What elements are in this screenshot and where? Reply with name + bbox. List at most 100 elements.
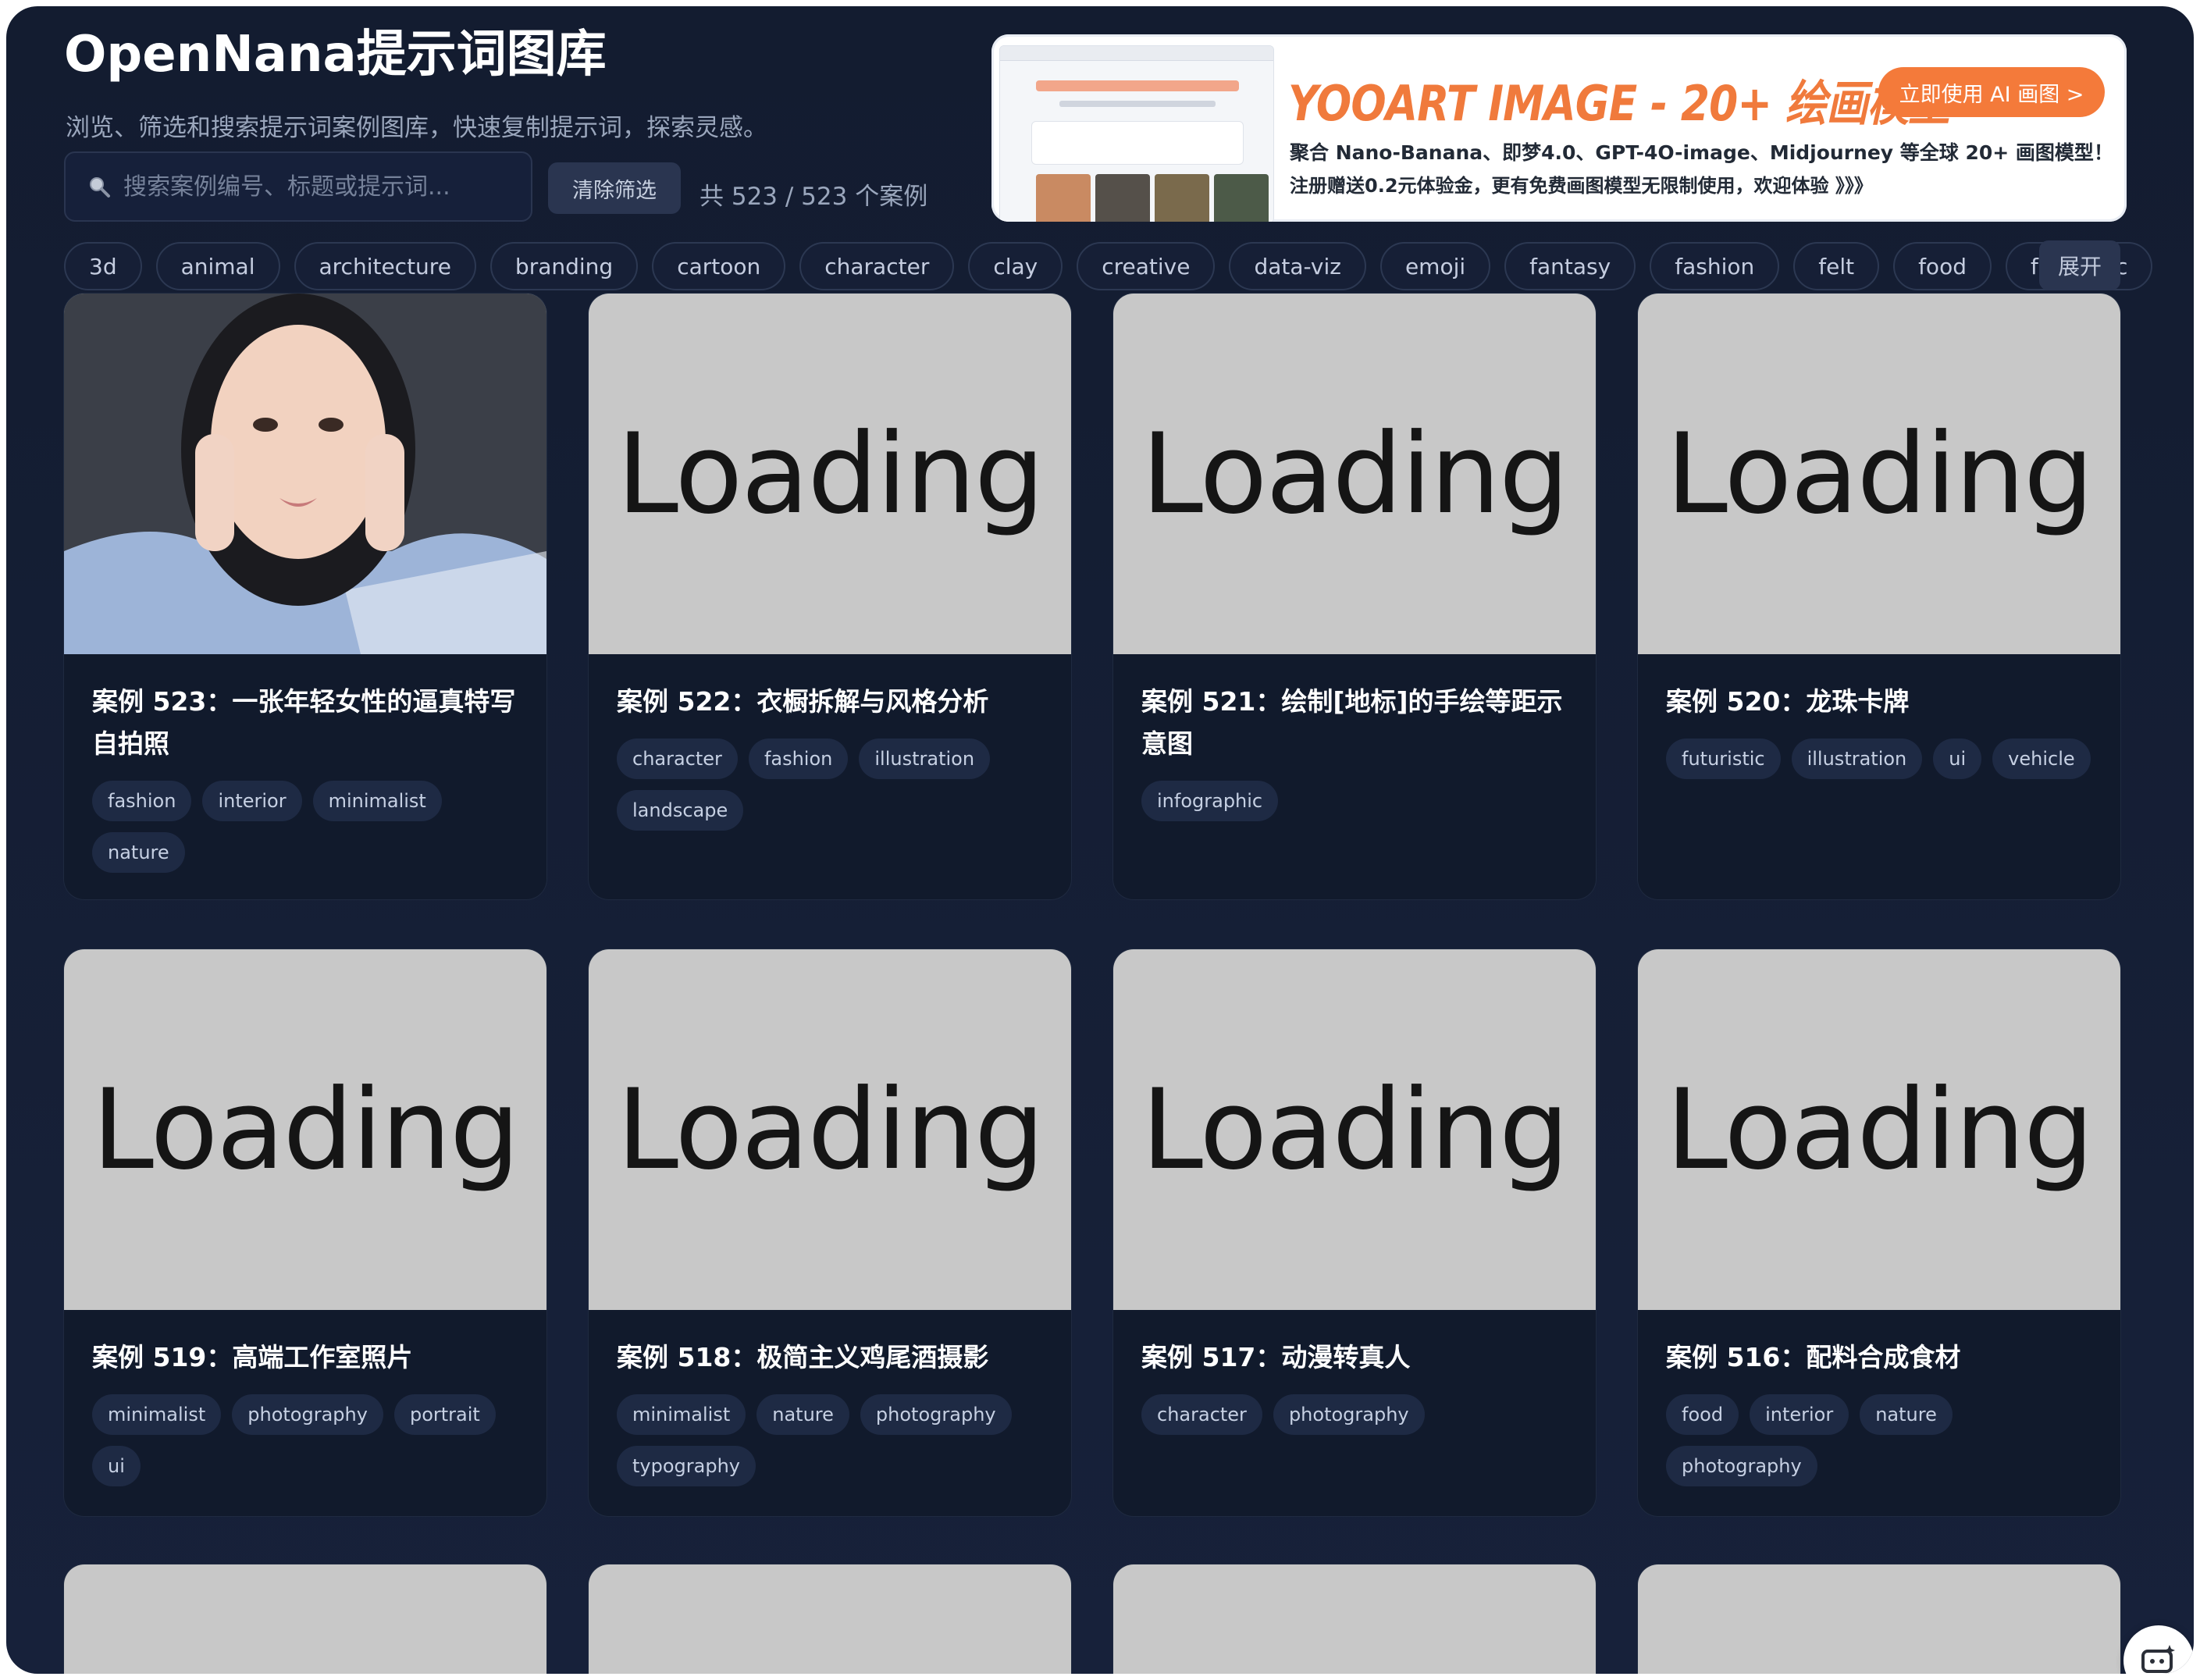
case-card[interactable]: Loading 案例 520：龙珠卡牌 futuristic illustration… bbox=[1638, 294, 2120, 899]
card-tag-minimalist[interactable]: minimalist bbox=[312, 781, 442, 821]
card-title: 案例 523：一张年轻女性的逼真特写自拍照 bbox=[92, 686, 516, 759]
card-tag-photography[interactable]: photography bbox=[860, 1394, 1012, 1435]
card-image-loading: Loading bbox=[1113, 949, 1596, 1310]
case-card[interactable]: Loading 案例 518：极简主义鸡尾酒摄影 minimalist nature p… bbox=[589, 949, 1071, 1516]
card-tag-minimalist[interactable]: minimalist bbox=[92, 1394, 222, 1435]
ad-screenshot bbox=[999, 45, 1274, 222]
tag-filter-emoji[interactable]: emoji bbox=[1379, 242, 1491, 290]
case-card[interactable]: Loading 案例 521：绘制[地标]的手绘等距示意图 infographic bbox=[1113, 294, 1596, 899]
loading-text: Loading bbox=[1141, 1065, 1569, 1194]
card-tags: character photography bbox=[1141, 1394, 1568, 1435]
card-tag-character[interactable]: character bbox=[1141, 1394, 1262, 1435]
card-image-placeholder bbox=[64, 1564, 546, 1674]
page-subtitle: 浏览、筛选和搜索提示词案例图库，快速复制提示词，探索灵感。 bbox=[66, 114, 767, 142]
tag-filter-fashion[interactable]: fashion bbox=[1650, 242, 1780, 290]
card-tag-ui[interactable]: ui bbox=[1933, 739, 1982, 779]
ad-description: 聚合 Nano-Banana、即梦4.0、GPT-4O-image、Midjou… bbox=[1290, 141, 2113, 164]
card-tags: futuristic illustration ui vehicle bbox=[1666, 739, 2092, 779]
card-tag-typography[interactable]: typography bbox=[617, 1446, 756, 1486]
card-tag-nature[interactable]: nature bbox=[756, 1394, 849, 1435]
ad-headline: YOOART IMAGE - 20+ 绘画模型 bbox=[1288, 75, 1950, 132]
card-image-placeholder bbox=[1113, 1564, 1596, 1674]
portrait-photo bbox=[64, 294, 546, 654]
tag-filter-architecture[interactable]: architecture bbox=[294, 242, 476, 290]
card-tag-interior[interactable]: interior bbox=[202, 781, 302, 821]
loading-text: Loading bbox=[91, 1065, 520, 1194]
card-tag-minimalist[interactable]: minimalist bbox=[617, 1394, 746, 1435]
card-image-placeholder bbox=[1638, 1564, 2120, 1674]
result-count: 共 523 / 523 个案例 bbox=[700, 183, 928, 211]
card-partial[interactable] bbox=[589, 1564, 1071, 1674]
case-card[interactable]: Loading 案例 519：高端工作室照片 minimalist photograp… bbox=[64, 949, 546, 1516]
card-title: 案例 517：动漫转真人 bbox=[1141, 1342, 1411, 1372]
card-tags: minimalist nature photography typography bbox=[617, 1394, 1043, 1486]
card-image-loading: Loading bbox=[1638, 949, 2120, 1310]
assistant-button[interactable] bbox=[2123, 1625, 2194, 1674]
card-tag-food[interactable]: food bbox=[1666, 1394, 1739, 1435]
card-image-placeholder bbox=[589, 1564, 1071, 1674]
card-image-loading: Loading bbox=[589, 294, 1071, 654]
case-card[interactable]: Loading 案例 516：配料合成食材 food interior nature ph… bbox=[1638, 949, 2120, 1516]
card-tag-vehicle[interactable]: vehicle bbox=[1992, 739, 2091, 779]
card-tags: infographic bbox=[1141, 781, 1568, 821]
card-tag-portrait[interactable]: portrait bbox=[393, 1394, 496, 1435]
card-image-photo bbox=[64, 294, 546, 654]
loading-text: Loading bbox=[1665, 1065, 2094, 1194]
card-tag-ui[interactable]: ui bbox=[92, 1446, 141, 1486]
card-partial[interactable] bbox=[64, 1564, 546, 1674]
search-input[interactable] bbox=[122, 172, 500, 201]
loading-text: Loading bbox=[616, 1065, 1045, 1194]
card-tag-landscape[interactable]: landscape bbox=[617, 790, 744, 831]
card-image-loading: Loading bbox=[1638, 294, 2120, 654]
card-tag-nature[interactable]: nature bbox=[92, 832, 185, 873]
card-title: 案例 522：衣橱拆解与风格分析 bbox=[617, 686, 989, 717]
loading-text: Loading bbox=[616, 409, 1045, 539]
tag-filter-clay[interactable]: clay bbox=[968, 242, 1063, 290]
page-frame: OpenNana提示词图库 浏览、筛选和搜索提示词案例图库，快速复制提示词，探索… bbox=[6, 6, 2194, 1674]
card-title: 案例 519：高端工作室照片 bbox=[92, 1342, 413, 1372]
search-icon bbox=[90, 177, 110, 198]
card-partial[interactable] bbox=[1638, 1564, 2120, 1674]
expand-tags-button[interactable]: 展开 bbox=[2039, 240, 2120, 290]
card-tags: fashion interior minimalist nature bbox=[92, 781, 518, 873]
card-tag-photography[interactable]: photography bbox=[1666, 1446, 1817, 1486]
card-tag-interior[interactable]: interior bbox=[1750, 1394, 1849, 1435]
tag-filter-bar: 3d animal architecture branding cartoon chara… bbox=[64, 242, 2153, 292]
card-title: 案例 521：绘制[地标]的手绘等距示意图 bbox=[1141, 686, 1563, 759]
search-box[interactable] bbox=[64, 151, 532, 222]
card-tag-nature[interactable]: nature bbox=[1860, 1394, 1953, 1435]
card-tag-futuristic[interactable]: futuristic bbox=[1666, 739, 1781, 779]
tag-filter-food[interactable]: food bbox=[1893, 242, 1992, 290]
card-tag-infographic[interactable]: infographic bbox=[1141, 781, 1279, 821]
card-image-loading: Loading bbox=[64, 949, 546, 1310]
tag-filter-data-viz[interactable]: data-viz bbox=[1229, 242, 1366, 290]
clear-filter-button[interactable]: 清除筛选 bbox=[548, 162, 681, 214]
case-card[interactable]: 案例 523：一张年轻女性的逼真特写自拍照 fashion interior mini… bbox=[64, 294, 546, 899]
tag-filter-animal[interactable]: animal bbox=[155, 242, 280, 290]
card-tag-illustration[interactable]: illustration bbox=[859, 739, 991, 779]
case-card[interactable]: Loading 案例 517：动漫转真人 character photography bbox=[1113, 949, 1596, 1516]
card-title: 案例 520：龙珠卡牌 bbox=[1666, 686, 1910, 717]
card-tag-photography[interactable]: photography bbox=[1273, 1394, 1425, 1435]
tag-filter-character[interactable]: character bbox=[799, 242, 955, 290]
card-tag-photography[interactable]: photography bbox=[232, 1394, 383, 1435]
tag-filter-cartoon[interactable]: cartoon bbox=[652, 242, 786, 290]
tag-filter-branding[interactable]: branding bbox=[489, 242, 639, 290]
tag-filter-3d[interactable]: 3d bbox=[64, 242, 142, 290]
tag-filter-creative[interactable]: creative bbox=[1077, 242, 1216, 290]
ad-promo: 注册赠送0.2元体验金，更有免费画图模型无限制使用，欢迎体验 》》》 bbox=[1290, 175, 1873, 197]
ad-banner[interactable]: YOOART IMAGE - 20+ 绘画模型 立即使用 AI 画图 > 聚合 … bbox=[991, 34, 2127, 222]
card-image-loading: Loading bbox=[589, 949, 1071, 1310]
tag-filter-fantasy[interactable]: fantasy bbox=[1504, 242, 1636, 290]
card-tags: character fashion illustration landscape bbox=[617, 739, 1043, 831]
card-image-loading: Loading bbox=[1113, 294, 1596, 654]
tag-filter-felt[interactable]: felt bbox=[1793, 242, 1880, 290]
card-title: 案例 516：配料合成食材 bbox=[1666, 1342, 1961, 1372]
card-tag-character[interactable]: character bbox=[617, 739, 738, 779]
card-partial[interactable] bbox=[1113, 1564, 1596, 1674]
card-tag-illustration[interactable]: illustration bbox=[1791, 739, 1923, 779]
ad-cta-button[interactable]: 立即使用 AI 画图 > bbox=[1878, 67, 2105, 117]
case-card[interactable]: Loading 案例 522：衣橱拆解与风格分析 character fashion i… bbox=[589, 294, 1071, 899]
card-tag-fashion[interactable]: fashion bbox=[748, 739, 849, 779]
card-tag-fashion[interactable]: fashion bbox=[92, 781, 192, 821]
